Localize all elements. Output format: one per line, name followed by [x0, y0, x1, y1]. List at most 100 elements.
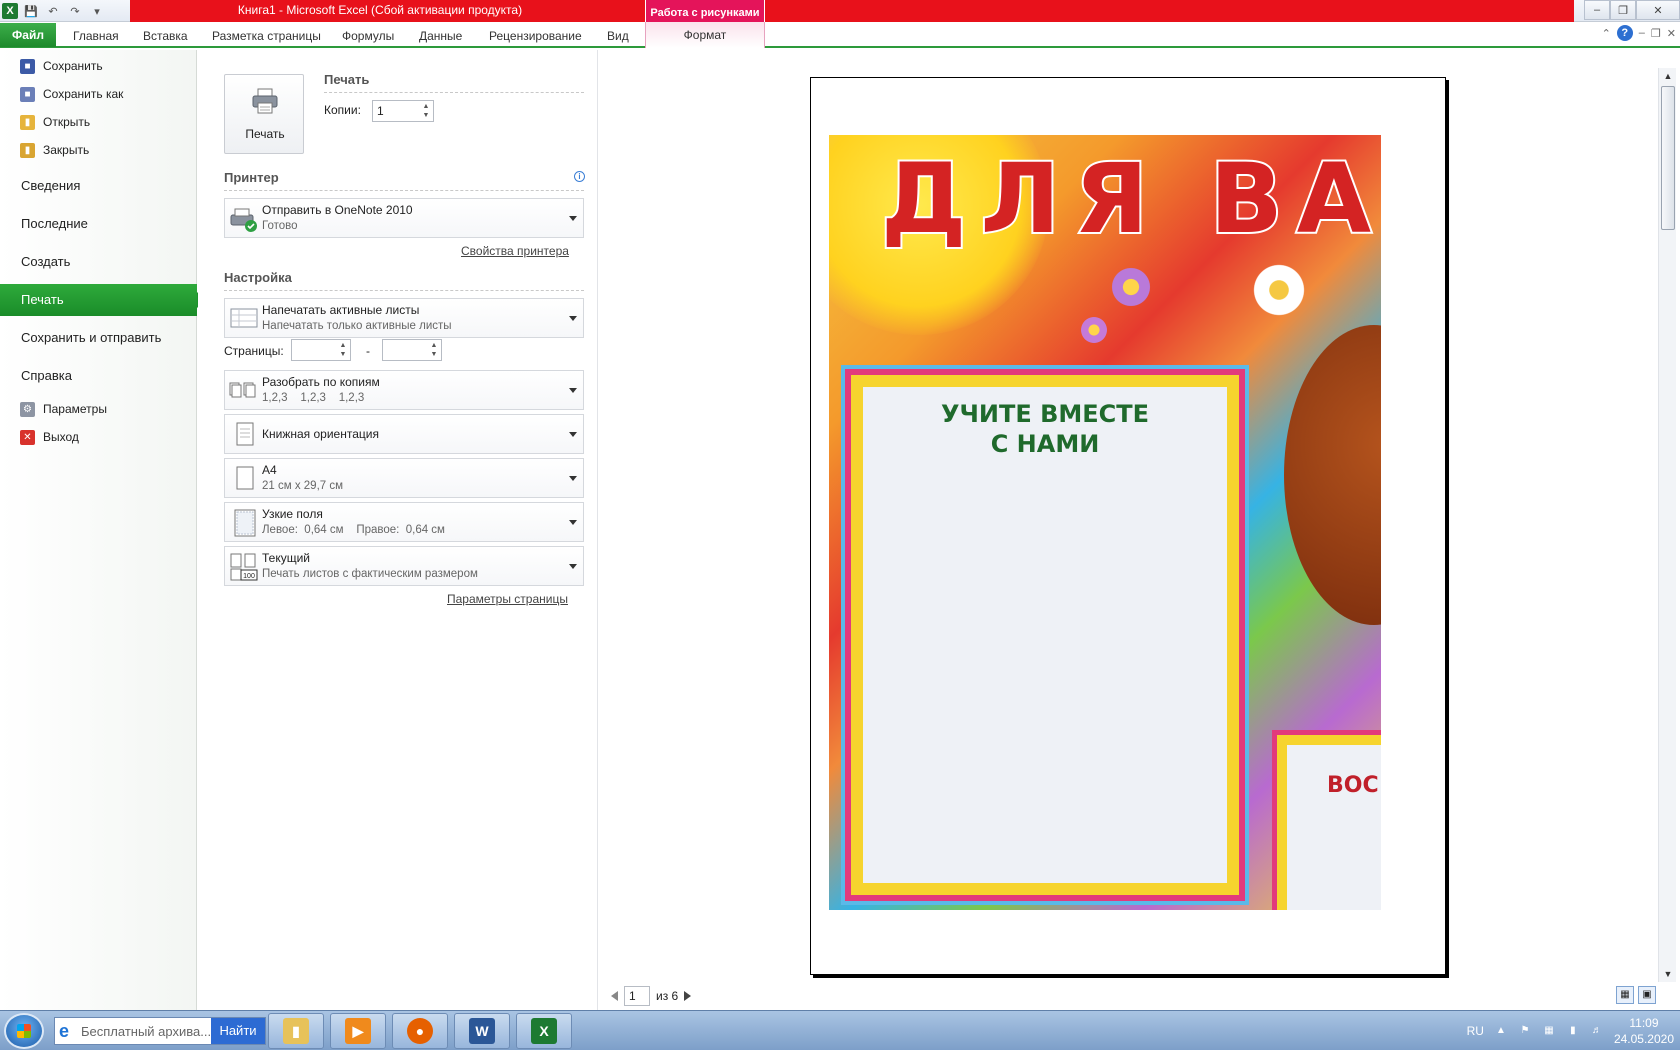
customize-qat-icon[interactable]: ▾: [88, 2, 106, 20]
nav-save[interactable]: ■ Сохранить: [20, 55, 103, 77]
nav-recent[interactable]: Последние: [0, 208, 197, 240]
tab-file[interactable]: Файл: [0, 23, 56, 47]
vertical-scrollbar[interactable]: ▲ ▼: [1658, 68, 1676, 982]
language-indicator[interactable]: RU: [1467, 1024, 1484, 1038]
tab-home[interactable]: Главная: [73, 26, 119, 46]
collate-sub: 1,2,3 1,2,3 1,2,3: [262, 392, 365, 404]
printer-ready-icon: [230, 208, 257, 232]
nav-save-as[interactable]: ■ Сохранить как: [20, 83, 123, 105]
taskbar-search-button[interactable]: Найти: [211, 1018, 265, 1044]
nav-help[interactable]: Справка: [0, 360, 197, 392]
show-margins-icon[interactable]: ▦: [1616, 986, 1634, 1004]
tab-review[interactable]: Рецензирование: [489, 26, 582, 46]
volume-icon[interactable]: ♬: [1590, 1024, 1604, 1038]
scroll-thumb[interactable]: [1661, 86, 1675, 230]
taskbar-search[interactable]: e Бесплатный архива... Найти: [54, 1017, 266, 1045]
info-icon[interactable]: i: [574, 171, 585, 182]
doc-restore-icon[interactable]: ❐: [1651, 27, 1661, 40]
page-setup-link[interactable]: Параметры страницы: [447, 592, 568, 606]
network-icon[interactable]: ▦: [1542, 1024, 1556, 1038]
stepper-arrows-icon[interactable]: ▲ ▼: [421, 102, 431, 120]
taskbar-media-player[interactable]: ▶: [330, 1013, 386, 1049]
scroll-down-icon[interactable]: ▼: [1659, 966, 1677, 982]
ribbon-minimize-icon[interactable]: ⌃: [1602, 27, 1611, 40]
scaling-select[interactable]: 100 Текущий Печать листов с фактическим …: [224, 546, 584, 586]
margins-icon: [234, 509, 256, 537]
nav-print[interactable]: Печать: [0, 284, 205, 316]
print-settings-panel: Печать Печать Копии: 1 ▲ ▼ Принтер i Отпр…: [198, 50, 598, 1010]
stepper-arrows-icon[interactable]: ▲ ▼: [429, 341, 439, 359]
start-button[interactable]: [4, 1013, 44, 1049]
current-page-input[interactable]: 1: [624, 986, 650, 1006]
scroll-up-icon[interactable]: ▲: [1659, 68, 1677, 84]
printer-select[interactable]: Отправить в OneNote 2010 Готово: [224, 198, 584, 238]
doc-minimize-icon[interactable]: –: [1639, 27, 1645, 39]
board-title-line-1: УЧИТЕ ВМЕСТЕ: [940, 400, 1150, 428]
board-title-line-2: С НАМИ: [990, 430, 1100, 458]
close-button[interactable]: ✕: [1636, 0, 1680, 20]
girl-illustration: [1284, 325, 1381, 625]
dropdown-arrow-icon: [569, 520, 577, 525]
board-title: УЧИТЕ ВМЕСТЕ С НАМИ: [863, 399, 1227, 459]
next-page-icon[interactable]: [684, 991, 692, 1001]
tab-insert[interactable]: Вставка: [143, 26, 188, 46]
nav-save-send[interactable]: Сохранить и отправить: [0, 322, 197, 354]
action-center-icon[interactable]: ⚑: [1518, 1024, 1532, 1038]
preview-view-buttons: ▦ ▣: [1616, 986, 1656, 1004]
taskbar-explorer[interactable]: ▮: [268, 1013, 324, 1049]
pages-from-input[interactable]: ▲ ▼: [291, 339, 351, 361]
nav-open[interactable]: ▮ Открыть: [20, 111, 90, 133]
scaling-icon: 100: [230, 553, 258, 581]
nav-info[interactable]: Сведения: [0, 170, 197, 202]
print-button-label: Печать: [245, 127, 285, 141]
tab-formulas[interactable]: Формулы: [342, 26, 394, 46]
nav-new[interactable]: Создать: [0, 246, 197, 278]
excel-logo-icon[interactable]: X: [2, 3, 18, 19]
taskbar-excel[interactable]: X: [516, 1013, 572, 1049]
flower-graphic: [1079, 315, 1109, 345]
copies-value: 1: [377, 104, 384, 118]
collate-select[interactable]: Разобрать по копиям 1,2,3 1,2,3 1,2,3: [224, 370, 584, 410]
power-icon[interactable]: ▮: [1566, 1024, 1580, 1038]
undo-icon[interactable]: ↶: [44, 2, 62, 20]
paper-size-select[interactable]: A4 21 см x 29,7 см: [224, 458, 584, 498]
ribbon-tabs: Файл Главная Вставка Разметка страницы Ф…: [0, 22, 1680, 48]
tab-page-layout[interactable]: Разметка страницы: [212, 26, 321, 46]
taskbar-word[interactable]: W: [454, 1013, 510, 1049]
nav-close[interactable]: ▮ Закрыть: [20, 139, 89, 161]
nav-close-label: Закрыть: [43, 143, 90, 157]
flower-graphic: [1109, 265, 1153, 309]
print-what-select[interactable]: Напечатать активные листы Напечатать тол…: [224, 298, 584, 338]
nav-options[interactable]: ⚙ Параметры: [20, 398, 107, 420]
previous-page-icon[interactable]: [611, 991, 618, 1001]
print-button[interactable]: Печать: [224, 74, 304, 154]
zoom-to-page-icon[interactable]: ▣: [1638, 986, 1656, 1004]
tab-format[interactable]: Формат: [645, 22, 765, 48]
divider: [224, 190, 584, 191]
pages-to-input[interactable]: ▲ ▼: [382, 339, 442, 361]
copies-label: Копии:: [324, 103, 361, 117]
taskbar-firefox[interactable]: ●: [392, 1013, 448, 1049]
quick-access-toolbar: X 💾 ↶ ↷ ▾: [0, 0, 106, 22]
show-hidden-icons-icon[interactable]: ▲: [1494, 1024, 1508, 1038]
word-icon: W: [469, 1018, 495, 1044]
nav-exit[interactable]: ✕ Выход: [20, 426, 79, 448]
divider: [324, 92, 584, 93]
restore-button[interactable]: ❐: [1610, 0, 1636, 20]
stepper-arrows-icon[interactable]: ▲ ▼: [338, 341, 348, 359]
tab-view[interactable]: Вид: [607, 26, 629, 46]
printer-properties-link[interactable]: Свойства принтера: [461, 244, 569, 258]
taskbar-search-text: Бесплатный архива...: [81, 1024, 212, 1039]
orientation-select[interactable]: Книжная ориентация: [224, 414, 584, 454]
minimize-button[interactable]: –: [1584, 0, 1610, 20]
copies-stepper[interactable]: 1 ▲ ▼: [372, 100, 434, 122]
margins-select[interactable]: Узкие поля Левое: 0,64 см Правое: 0,64 с…: [224, 502, 584, 542]
redo-icon[interactable]: ↷: [66, 2, 84, 20]
clock[interactable]: 11:09 24.05.2020: [1614, 1015, 1674, 1047]
paper-size-icon: [236, 466, 254, 490]
help-icon[interactable]: ?: [1616, 25, 1633, 41]
tab-data[interactable]: Данные: [419, 26, 462, 46]
doc-close-icon[interactable]: ✕: [1667, 27, 1676, 40]
poster-board-right: ВОС: [1277, 735, 1381, 910]
save-icon[interactable]: 💾: [22, 2, 40, 20]
